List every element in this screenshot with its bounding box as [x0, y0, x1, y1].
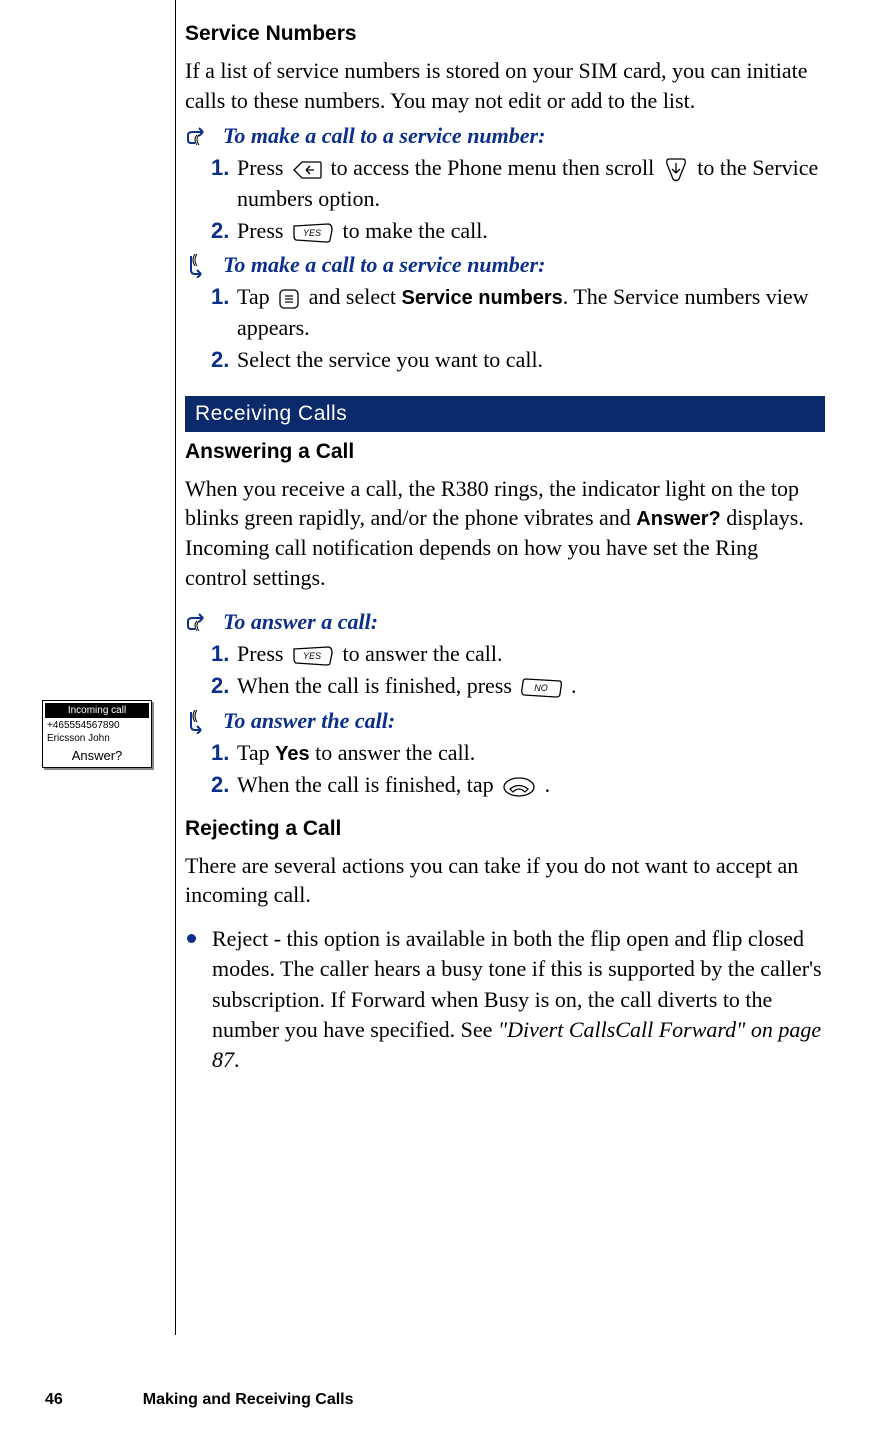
- step: 2. Press YES to make the call.: [211, 216, 825, 246]
- end-call-key-icon: [502, 776, 536, 798]
- procedure-title-row: To answer the call:: [185, 708, 825, 734]
- text: .: [571, 673, 577, 698]
- no-key-icon: NO: [520, 677, 562, 699]
- step-number: 1.: [211, 282, 237, 343]
- ui-label: Forward when Busy: [351, 987, 529, 1012]
- procedure-caption: To answer the call:: [223, 708, 395, 734]
- flip-closed-icon: [185, 123, 217, 149]
- step-number: 2.: [211, 345, 237, 375]
- text: Press: [237, 155, 289, 180]
- paragraph: There are several actions you can take i…: [185, 851, 825, 910]
- back-key-icon: [292, 159, 322, 181]
- text: and select: [309, 284, 402, 309]
- step-body: Press YES to answer the call.: [237, 639, 825, 669]
- screen-prompt: Answer?: [43, 748, 151, 763]
- step-body: Tap Yes to answer the call.: [237, 738, 825, 769]
- menu-key-icon: [278, 288, 300, 310]
- step: 1. Press to access the Phone menu then s…: [211, 153, 825, 214]
- svg-text:YES: YES: [303, 228, 321, 238]
- step: 2. When the call is finished, tap .: [211, 770, 825, 800]
- step: 1. Press YES to answer the call.: [211, 639, 825, 669]
- procedure-title-row: To make a call to a service number:: [185, 252, 825, 278]
- flip-closed-icon: [185, 609, 217, 635]
- step: 1. Tap Yes to answer the call.: [211, 738, 825, 769]
- step-number: 2.: [211, 216, 237, 246]
- ui-label: Service numbers: [402, 287, 563, 309]
- ui-label: Reject: [212, 926, 268, 951]
- step-number: 1.: [211, 639, 237, 669]
- text: to make the call.: [342, 218, 487, 243]
- page-footer: 46 Making and Receiving Calls: [45, 1391, 829, 1409]
- bullet-item: Reject - this option is available in bot…: [185, 924, 825, 1076]
- procedure: To answer the call: 1. Tap Yes to answer…: [185, 708, 825, 801]
- text: Press: [237, 218, 289, 243]
- section-bar-receiving-calls: Receiving Calls: [185, 396, 825, 432]
- heading-answering: Answering a Call: [185, 440, 825, 464]
- procedure-caption: To answer a call:: [223, 609, 378, 635]
- text: to answer the call.: [342, 641, 502, 666]
- svg-text:YES: YES: [303, 651, 321, 661]
- phone-screen-illustration: Incoming call +465554567890 Ericsson Joh…: [42, 700, 152, 768]
- yes-key-icon: YES: [292, 645, 334, 667]
- flip-open-icon: [185, 708, 217, 734]
- step-number: 2.: [211, 671, 237, 701]
- heading-service-numbers: Service Numbers: [185, 22, 825, 46]
- text: Tap: [237, 740, 275, 765]
- step: 2. When the call is finished, press NO .: [211, 671, 825, 701]
- text: to answer the call.: [310, 740, 476, 765]
- text: Press: [237, 641, 289, 666]
- chapter-title: Making and Receiving Calls: [143, 1391, 354, 1409]
- bullet-dot-icon: [187, 934, 196, 943]
- step-body: Press to access the Phone menu then scro…: [237, 153, 825, 214]
- procedure: To make a call to a service number: 1. P…: [185, 123, 825, 246]
- main-content: Service Numbers If a list of service num…: [185, 22, 825, 1076]
- text: .: [234, 1047, 240, 1072]
- step-body: Press YES to make the call.: [237, 216, 825, 246]
- step-number: 1.: [211, 153, 237, 214]
- down-key-icon: [663, 157, 689, 183]
- heading-rejecting: Rejecting a Call: [185, 817, 825, 841]
- svg-text:NO: NO: [535, 683, 549, 693]
- ui-label: Answer?: [636, 508, 720, 530]
- margin-rule: [175, 0, 176, 1335]
- yes-key-icon: YES: [292, 222, 334, 244]
- text: Tap: [237, 284, 275, 309]
- step-body: When the call is finished, tap .: [237, 770, 825, 800]
- procedure: To answer a call: 1. Press YES to answer…: [185, 609, 825, 702]
- procedure-title-row: To make a call to a service number:: [185, 123, 825, 149]
- text: to access the Phone menu then scroll: [330, 155, 659, 180]
- page-number: 46: [45, 1391, 63, 1409]
- ui-label: Yes: [275, 743, 309, 765]
- screen-number: +465554567890: [47, 720, 147, 731]
- step-body: Select the service you want to call.: [237, 345, 825, 375]
- procedure: To make a call to a service number: 1. T…: [185, 252, 825, 375]
- step-number: 2.: [211, 770, 237, 800]
- text: When the call is finished, tap: [237, 772, 499, 797]
- procedure-caption: To make a call to a service number:: [223, 123, 545, 149]
- paragraph: When you receive a call, the R380 rings,…: [185, 474, 825, 593]
- bullet-body: Reject - this option is available in bot…: [212, 924, 825, 1076]
- step-number: 1.: [211, 738, 237, 769]
- paragraph: If a list of service numbers is stored o…: [185, 56, 825, 115]
- step: 1. Tap and select Service numbers. The S…: [211, 282, 825, 343]
- screen-title: Incoming call: [45, 703, 149, 718]
- step-body: When the call is finished, press NO .: [237, 671, 825, 701]
- screen-name: Ericsson John: [47, 733, 147, 744]
- text: .: [545, 772, 551, 797]
- flip-open-icon: [185, 252, 217, 278]
- text: When the call is finished, press: [237, 673, 517, 698]
- step: 2. Select the service you want to call.: [211, 345, 825, 375]
- procedure-title-row: To answer a call:: [185, 609, 825, 635]
- step-body: Tap and select Service numbers. The Serv…: [237, 282, 825, 343]
- procedure-caption: To make a call to a service number:: [223, 252, 545, 278]
